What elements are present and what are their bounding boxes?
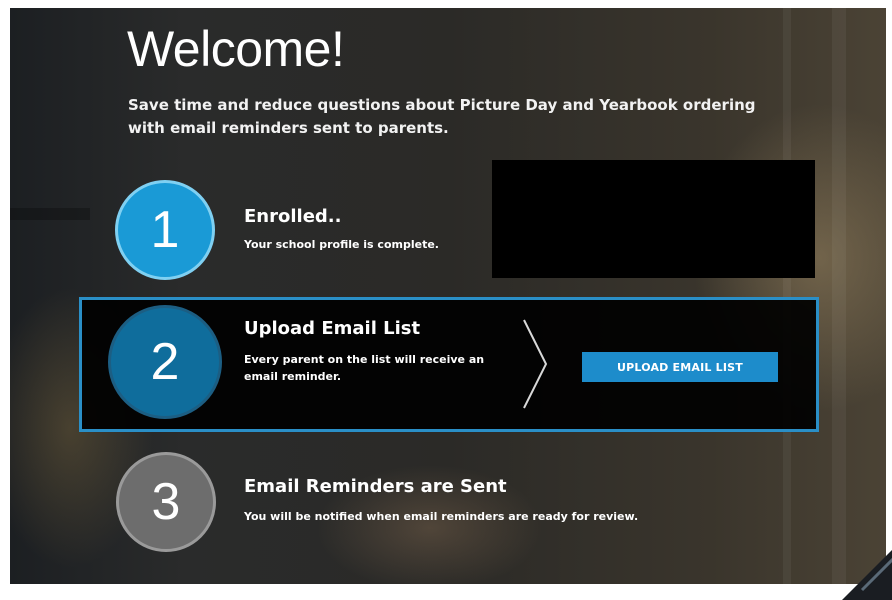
step-2-title: Upload Email List [244, 318, 420, 339]
step-1-number: 1 [151, 200, 180, 260]
page-title: Welcome! [127, 20, 344, 78]
chevron-right-icon [520, 318, 550, 410]
redacted-area [492, 160, 815, 278]
step-2-description: Every parent on the list will receive an… [244, 351, 504, 385]
upload-email-list-button[interactable]: UPLOAD EMAIL LIST [582, 352, 778, 382]
page-subtitle: Save time and reduce questions about Pic… [128, 94, 768, 140]
step-1-title: Enrolled.. [244, 206, 341, 227]
step-1-description: Your school profile is complete. [244, 236, 439, 253]
background-stripe [10, 208, 90, 220]
background-stripe [832, 8, 846, 584]
step-1-number-circle: 1 [115, 180, 215, 280]
step-3-description: You will be notified when email reminder… [244, 508, 638, 525]
step-2-number: 2 [151, 332, 180, 392]
step-3-number-circle: 3 [116, 452, 216, 552]
background-stripe [783, 8, 791, 584]
step-2-number-circle: 2 [108, 305, 222, 419]
step-3-title: Email Reminders are Sent [244, 476, 507, 497]
step-3-number: 3 [152, 472, 181, 532]
